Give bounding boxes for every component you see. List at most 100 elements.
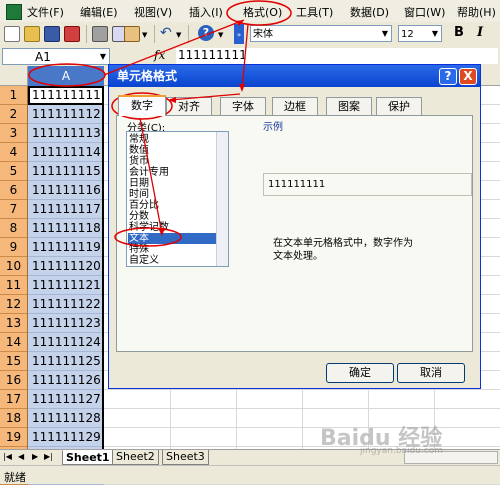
category-item[interactable]: 特殊 (129, 244, 149, 255)
chevron-down-icon[interactable]: ▼ (97, 49, 109, 64)
cell-a[interactable]: 111111113 (28, 124, 104, 143)
row-header[interactable]: 9 (0, 238, 28, 257)
print-icon[interactable] (92, 26, 108, 42)
category-item[interactable]: 货币 (129, 156, 149, 167)
row-header[interactable]: 5 (0, 162, 28, 181)
cell-a[interactable]: 111111119 (28, 238, 104, 257)
last-sheet-icon[interactable]: ▶| (44, 452, 53, 461)
tab-number[interactable]: 数字 (118, 95, 166, 116)
undo-icon[interactable]: ↶ (160, 25, 172, 41)
category-item[interactable]: 时间 (129, 189, 149, 200)
row-header[interactable]: 14 (0, 333, 28, 352)
scrollbar[interactable] (216, 132, 228, 266)
help-icon[interactable]: ? (439, 68, 457, 85)
tab-alignment[interactable]: 对齐 (166, 97, 212, 115)
menu-format[interactable]: 格式(O) (243, 4, 282, 20)
save-icon[interactable] (44, 26, 60, 42)
cell-a[interactable]: 111111120 (28, 257, 104, 276)
first-sheet-icon[interactable]: |◀ (3, 452, 12, 461)
menu-insert[interactable]: 插入(I) (189, 4, 223, 20)
category-list[interactable]: 常规 数值 货币 会计专用 日期 时间 百分比 分数 科学记数 文本 特殊 自定义 (126, 131, 229, 267)
category-item[interactable]: 日期 (129, 178, 149, 189)
insert-function-icon[interactable]: fx (154, 48, 165, 62)
menu-tools[interactable]: 工具(T) (296, 4, 333, 20)
close-icon[interactable]: X (459, 68, 477, 85)
cell-a[interactable]: 111111126 (28, 371, 104, 390)
cell-a[interactable]: 111111116 (28, 181, 104, 200)
row-header[interactable]: 13 (0, 314, 28, 333)
sheet-tab-sheet3[interactable]: Sheet3 (162, 450, 209, 465)
row-header[interactable]: 16 (0, 371, 28, 390)
formula-input[interactable]: 111111111 (176, 48, 498, 64)
row-header[interactable]: 6 (0, 181, 28, 200)
menu-file[interactable]: 文件(F) (27, 4, 64, 20)
row-header[interactable]: 1 (0, 86, 28, 105)
cell-a[interactable]: 111111125 (28, 352, 104, 371)
help-icon[interactable]: ? (198, 25, 214, 41)
category-item[interactable]: 会计专用 (129, 167, 169, 178)
menu-data[interactable]: 数据(D) (350, 4, 389, 20)
cell-a[interactable]: 111111122 (28, 295, 104, 314)
row-header[interactable]: 11 (0, 276, 28, 295)
font-size-combo[interactable]: 12 ▼ (398, 25, 442, 42)
cell-a[interactable]: 111111128 (28, 409, 104, 428)
permission-icon[interactable] (64, 26, 80, 42)
row-header[interactable]: 15 (0, 352, 28, 371)
category-item[interactable]: 科学记数 (129, 222, 169, 233)
cell-a[interactable]: 111111118 (28, 219, 104, 238)
open-icon[interactable] (24, 26, 40, 42)
category-item-selected[interactable]: 文本 (128, 233, 216, 244)
chevron-down-icon[interactable]: ▼ (379, 26, 391, 41)
name-box[interactable]: A1 ▼ (2, 48, 110, 65)
next-sheet-icon[interactable]: ▶ (32, 452, 38, 461)
cell-a[interactable]: 111111114 (28, 143, 104, 162)
menu-help[interactable]: 帮助(H) (457, 4, 496, 20)
sheet-tab-sheet2[interactable]: Sheet2 (112, 450, 159, 465)
category-item[interactable]: 百分比 (129, 200, 159, 211)
category-item[interactable]: 数值 (129, 145, 149, 156)
tab-font[interactable]: 字体 (220, 97, 266, 115)
menu-view[interactable]: 视图(V) (134, 4, 172, 20)
column-header-a[interactable]: A (28, 66, 104, 86)
row-header[interactable]: 17 (0, 390, 28, 409)
row-header[interactable]: 8 (0, 219, 28, 238)
cell-a[interactable]: 111111115 (28, 162, 104, 181)
chevron-down-icon[interactable]: ▼ (429, 26, 441, 41)
row-header[interactable]: 7 (0, 200, 28, 219)
row-header[interactable]: 12 (0, 295, 28, 314)
help-dropdown-icon[interactable]: ▼ (218, 31, 223, 39)
italic-button[interactable]: I (477, 25, 483, 40)
prev-sheet-icon[interactable]: ◀ (18, 452, 24, 461)
toolbar-options-icon[interactable]: » (234, 24, 244, 44)
cell-a[interactable]: 111111127 (28, 390, 104, 409)
app-icon[interactable] (6, 4, 22, 20)
row-header[interactable]: 18 (0, 409, 28, 428)
active-cell-a1[interactable]: 111111111 (28, 86, 104, 105)
category-item[interactable]: 常规 (129, 134, 149, 145)
tab-border[interactable]: 边框 (272, 97, 318, 115)
menu-edit[interactable]: 编辑(E) (80, 4, 118, 20)
paste-dropdown-icon[interactable]: ▼ (142, 31, 147, 39)
row-header[interactable]: 3 (0, 124, 28, 143)
sheet-tab-sheet1[interactable]: Sheet1 (62, 450, 114, 465)
cell-a[interactable]: 111111117 (28, 200, 104, 219)
cell-a[interactable]: 111111124 (28, 333, 104, 352)
menu-window[interactable]: 窗口(W) (404, 4, 445, 20)
dialog-title-bar[interactable]: 单元格格式 ? X (109, 65, 480, 87)
category-item[interactable]: 分数 (129, 211, 149, 222)
category-item[interactable]: 自定义 (129, 255, 159, 266)
cell-a[interactable]: 111111121 (28, 276, 104, 295)
row-header[interactable]: 19 (0, 428, 28, 447)
row-header[interactable]: 2 (0, 105, 28, 124)
row-header[interactable]: 10 (0, 257, 28, 276)
cell-a[interactable]: 111111129 (28, 428, 104, 447)
paste-icon[interactable] (124, 26, 140, 42)
bold-button[interactable]: B (454, 25, 464, 40)
undo-dropdown-icon[interactable]: ▼ (176, 31, 181, 39)
cell-a[interactable]: 111111112 (28, 105, 104, 124)
tab-protection[interactable]: 保护 (376, 97, 422, 115)
tab-pattern[interactable]: 图案 (326, 97, 372, 115)
cell-a[interactable]: 111111123 (28, 314, 104, 333)
cancel-button[interactable]: 取消 (397, 363, 465, 383)
select-all-corner[interactable] (0, 66, 28, 86)
